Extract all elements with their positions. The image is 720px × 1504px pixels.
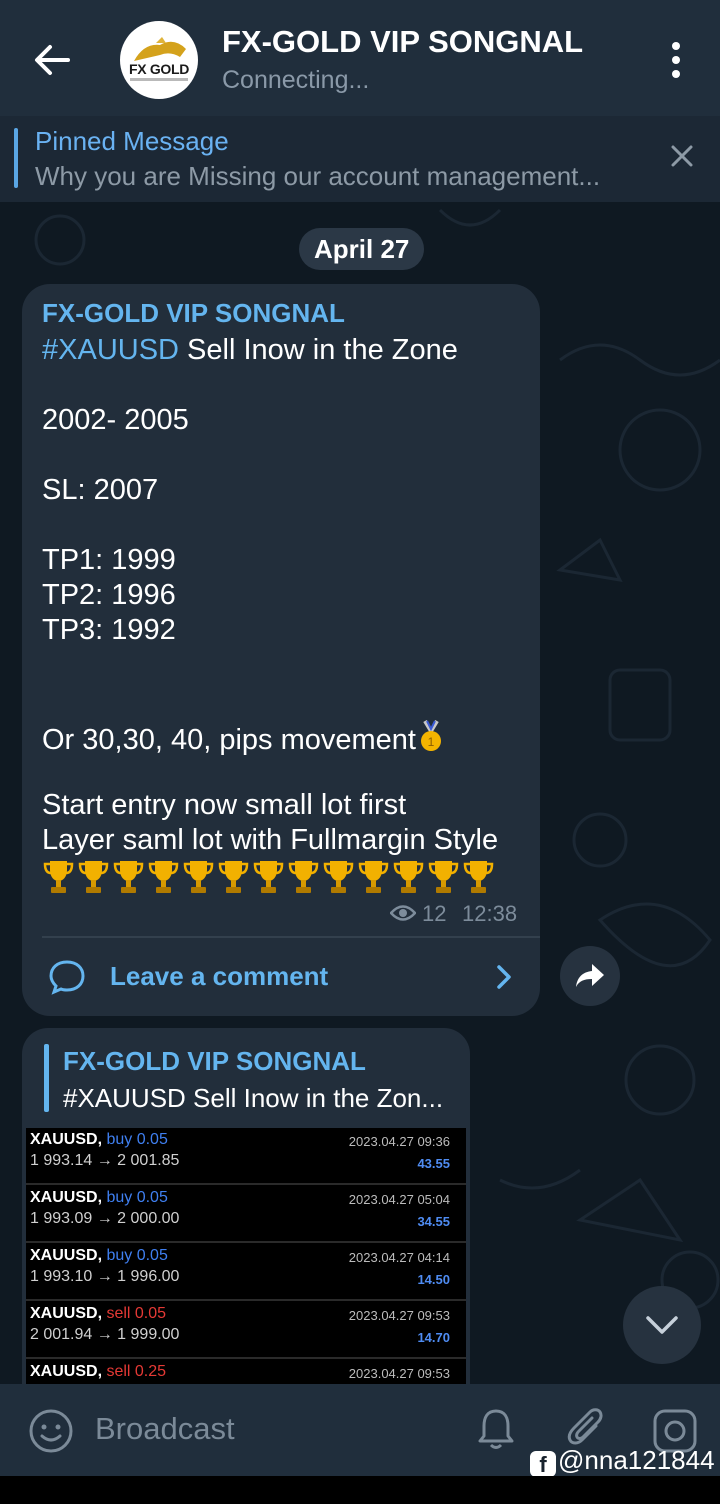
trophy-icon: [462, 858, 495, 896]
trade-symbol: XAUUSD, sell 0.05: [30, 1305, 167, 1322]
trade-symbol: XAUUSD, sell 0.25: [30, 1363, 167, 1380]
watermark-handle: @nna121844: [558, 1445, 715, 1475]
trade-prices: 2 001.94 → 1 999.00: [30, 1326, 180, 1343]
reply-sender[interactable]: FX-GOLD VIP SONGNAL: [63, 1046, 366, 1077]
trophy-icon: [77, 858, 110, 896]
message-sender[interactable]: FX-GOLD VIP SONGNAL: [42, 298, 345, 329]
date-separator: April 27: [299, 228, 425, 270]
trophy-icon: [112, 858, 145, 896]
channel-avatar[interactable]: FX GOLD: [120, 21, 198, 99]
message-stop-loss: SL: 2007: [42, 474, 159, 506]
forwarded-message-bubble[interactable]: FX-GOLD VIP SONGNAL #XAUUSD Sell Inow in…: [22, 1028, 470, 1388]
trade-symbol: XAUUSD, buy 0.05: [30, 1247, 168, 1264]
scroll-down-button[interactable]: [623, 1286, 701, 1364]
gold-bull-logo: [134, 37, 186, 61]
eye-icon: [389, 904, 417, 922]
trade-history-image[interactable]: XAUUSD, buy 0.05 1 993.14 → 2 001.85 2023.…: [26, 1128, 466, 1388]
avatar-logo-text: FX GOLD: [128, 61, 190, 77]
message-entry-line2: Layer saml lot with Fullmargin Style: [42, 824, 499, 856]
comment-label: Leave a comment: [110, 961, 329, 991]
trophy-icon: [252, 858, 285, 896]
trophy-icon: [427, 858, 460, 896]
broadcast-input[interactable]: Broadcast: [95, 1411, 235, 1447]
trade-row: XAUUSD, buy 0.05 1 993.14 → 2 001.85 2023.…: [26, 1128, 466, 1185]
message-bubble[interactable]: FX-GOLD VIP SONGNAL #XAUUSD Sell Inow in…: [22, 284, 540, 1016]
trade-side: sell 0.05: [106, 1305, 167, 1322]
leave-comment-button[interactable]: Leave a comment: [22, 938, 540, 1016]
trade-date: 2023.04.27 04:14: [348, 1250, 450, 1265]
trophy-icon: [217, 858, 250, 896]
trophy-icon: [147, 858, 180, 896]
chevron-down-icon: [646, 1316, 678, 1334]
trade-profit: 34.55: [417, 1214, 450, 1229]
hashtag-link[interactable]: #XAUUSD: [42, 334, 179, 366]
trade-side: buy 0.05: [106, 1247, 168, 1264]
trade-profit: 14.50: [417, 1272, 450, 1287]
pinned-text: Why you are Missing our account manageme…: [35, 161, 601, 191]
trade-date: 2023.04.27 09:36: [348, 1134, 450, 1149]
trade-prices: 1 993.09 → 2 000.00: [30, 1210, 180, 1227]
view-count: 12: [422, 901, 447, 926]
comment-icon: [48, 958, 86, 996]
share-button[interactable]: [560, 946, 620, 1006]
trade-profit: 14.70: [417, 1330, 450, 1345]
system-nav-bar: [0, 1476, 720, 1504]
more-vertical-icon[interactable]: [662, 40, 690, 80]
trophy-icon: [322, 858, 355, 896]
reply-accent-bar: [44, 1044, 49, 1112]
message-entry-line1: Start entry now small lot first: [42, 789, 407, 821]
message-headline: #XAUUSD Sell Inow in the Zone: [42, 334, 458, 367]
svg-text:1: 1: [428, 735, 435, 749]
avatar-logo-underline: [130, 78, 188, 81]
trade-side: buy 0.05: [106, 1189, 168, 1206]
emoji-icon[interactable]: [28, 1408, 74, 1454]
message-tp3: TP3: 1992: [42, 614, 176, 646]
trade-date: 2023.04.27 09:53: [348, 1308, 450, 1323]
message-tp2: TP2: 1996: [42, 579, 176, 611]
trophy-emoji-row: [42, 858, 497, 898]
headline-text: Sell Inow in the Zone: [179, 334, 458, 366]
trophy-icon: [182, 858, 215, 896]
channel-title[interactable]: FX-GOLD VIP SONGNAL: [222, 24, 583, 60]
trade-side: sell 0.25: [106, 1363, 167, 1380]
medal-icon: 1: [420, 719, 441, 751]
bell-icon[interactable]: [476, 1406, 516, 1452]
trade-date: 2023.04.27 09:53: [348, 1366, 450, 1381]
pinned-message-bar[interactable]: Pinned Message Why you are Missing our a…: [0, 116, 720, 202]
back-arrow-icon[interactable]: [30, 38, 74, 82]
message-pips: Or 30,30, 40, pips movement 1: [42, 719, 446, 757]
share-icon: [576, 964, 604, 987]
trophy-icon: [42, 858, 75, 896]
trade-row: XAUUSD, buy 0.05 1 993.10 → 1 996.00 2023.…: [26, 1244, 466, 1301]
trophy-icon: [287, 858, 320, 896]
trade-profit: 43.55: [417, 1156, 450, 1171]
watermark: f @nna121844: [530, 1445, 715, 1477]
pips-text: Or 30,30, 40, pips movement: [42, 724, 416, 756]
trade-row: XAUUSD, sell 0.05 2 001.94 → 1 999.00 2023…: [26, 1302, 466, 1359]
connection-status: Connecting...: [222, 66, 370, 94]
trade-prices: 1 993.10 → 1 996.00: [30, 1268, 180, 1285]
trade-prices: 1 993.14 → 2 001.85: [30, 1152, 180, 1169]
trade-row: XAUUSD, buy 0.05 1 993.09 → 2 000.00 2023.…: [26, 1186, 466, 1243]
message-time: 12:38: [462, 901, 518, 926]
trade-date: 2023.04.27 05:04: [348, 1192, 450, 1207]
chat-header: FX GOLD FX-GOLD VIP SONGNAL Connecting..…: [0, 0, 720, 116]
reply-preview-text: #XAUUSD Sell Inow in the Zon...: [63, 1083, 444, 1113]
trade-side: buy 0.05: [106, 1131, 168, 1148]
message-tp1: TP1: 1999: [42, 544, 176, 576]
pinned-accent-bar: [14, 128, 18, 188]
pinned-title: Pinned Message: [35, 126, 229, 156]
chevron-right-icon: [494, 962, 514, 992]
message-range: 2002- 2005: [42, 404, 189, 436]
trophy-icon: [392, 858, 425, 896]
trophy-icon: [357, 858, 390, 896]
close-icon[interactable]: [666, 140, 698, 172]
facebook-icon: f: [530, 1451, 556, 1477]
trade-symbol: XAUUSD, buy 0.05: [30, 1189, 168, 1206]
trade-symbol: XAUUSD, buy 0.05: [30, 1131, 168, 1148]
